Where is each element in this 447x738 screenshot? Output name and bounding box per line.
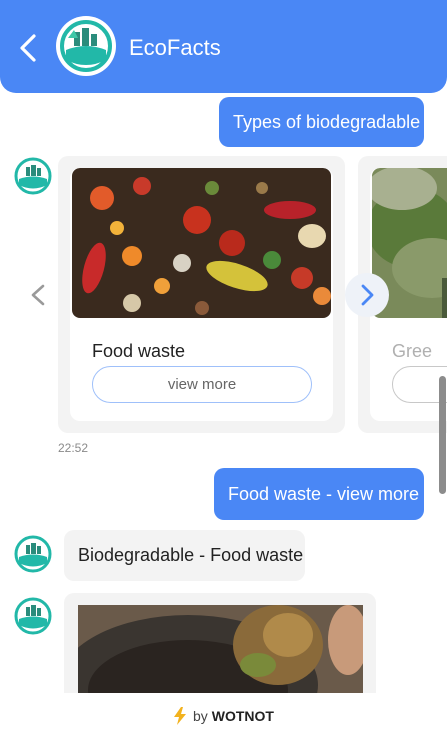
footer-brand[interactable]: WOTNOT [212, 708, 274, 724]
user-message-text: Types of biodegradable [233, 111, 421, 132]
user-message-text: Food waste - view more [228, 483, 420, 504]
card-title: Food waste [92, 341, 186, 361]
bot-message: Biodegradable - Food waste [64, 530, 305, 581]
compost-image [78, 605, 363, 693]
chat-header: EcoFacts [0, 0, 447, 93]
bot-avatar [14, 157, 52, 195]
bot-avatar [14, 597, 52, 635]
user-message: Food waste - view more [214, 468, 424, 520]
app-title: EcoFacts [129, 35, 221, 60]
carousel-prev-button[interactable] [28, 283, 48, 307]
user-message: Types of biodegradable [219, 97, 424, 147]
food-waste-image [72, 168, 331, 318]
message-timestamp: 22:52 [58, 441, 89, 455]
eco-globe-logo [56, 16, 116, 76]
scrollbar-thumb[interactable] [439, 376, 446, 494]
lightning-icon [173, 706, 186, 725]
bot-message-text: Biodegradable - Food waste [78, 545, 304, 565]
back-button[interactable] [16, 31, 40, 65]
footer-by-text: by [192, 707, 208, 724]
bot-avatar [14, 535, 52, 573]
card-title: Gree [392, 341, 433, 361]
powered-by-footer: by WOTNOT [0, 693, 447, 738]
carousel-next-button[interactable] [345, 273, 389, 317]
view-more-button[interactable]: view more [92, 366, 312, 403]
carousel-card-food-waste: Food waste view more [70, 168, 333, 421]
chat-area: Types of biodegradable Food waste view m… [0, 93, 447, 693]
chevron-right-icon [361, 284, 374, 306]
